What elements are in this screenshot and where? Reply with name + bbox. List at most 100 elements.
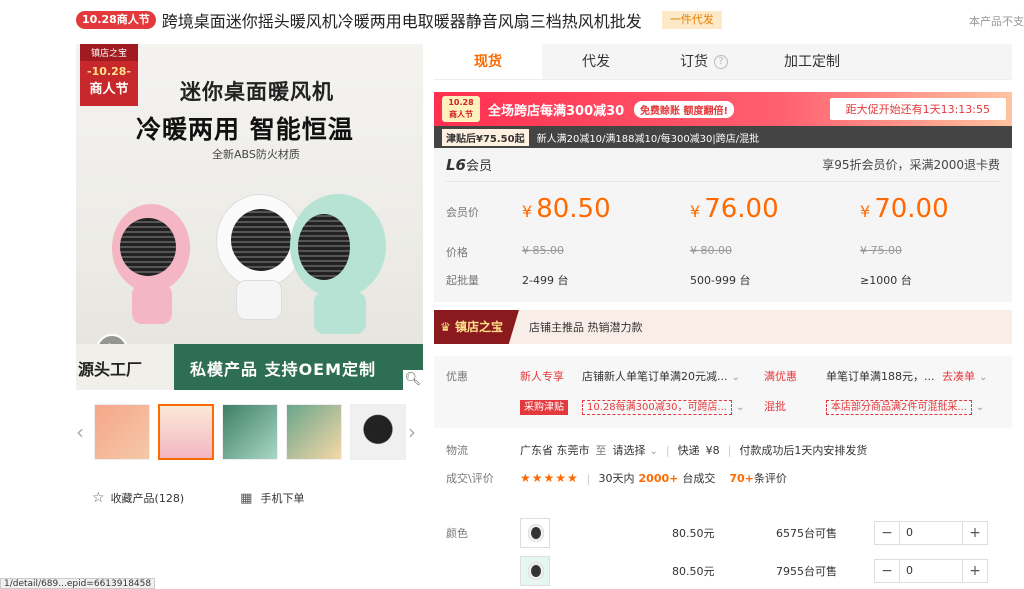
tier-1-member-price-value: 80.50 [536, 194, 611, 224]
thumbnail-strip: ‹ › [76, 404, 423, 464]
minus-button[interactable]: − [875, 563, 899, 579]
thumbnail-1[interactable] [94, 404, 150, 460]
subsidy-price: 津贴后¥75.50起 [442, 128, 529, 146]
logistics-origin: 广东省 东莞市 [520, 444, 590, 457]
pink-fan-stand [132, 284, 172, 324]
express-label: 快递 [677, 444, 700, 457]
mixed-batch-ticket[interactable]: 本店部分商品满2件可混批采... ⌄ [826, 398, 985, 415]
promo-banner[interactable]: 10.28 商人节 全场跨店每满300减30 免费赊账 额度翻倍! 距大促开始还… [434, 92, 1012, 126]
store-treasure-bar: ♛ 镇店之宝 店铺主推品 热销潜力款 [434, 310, 1012, 344]
subsidy-tag-text: 采购津贴 [520, 400, 568, 415]
tier-3-member-price: ¥70.00 [860, 194, 949, 224]
thumbnail-5[interactable] [350, 404, 406, 460]
image-bottom-banner: 源头工厂 私模产品 支持OEM定制 [76, 344, 423, 390]
reviews-count[interactable]: 70+ [729, 472, 754, 485]
tab-custom[interactable]: 加工定制 [758, 44, 866, 79]
favorite-row: ☆ 收藏产品(128) ▦ 手机下单 [92, 490, 432, 506]
member-price-label: 会员价 [446, 206, 479, 219]
banner-source-factory: 源头工厂 [78, 360, 143, 379]
star-outline-icon[interactable]: ☆ [92, 490, 105, 506]
mobile-order-button[interactable]: 手机下单 [260, 490, 304, 506]
currency-symbol: ¥ [690, 202, 701, 221]
tier-2-qty: 500-999 台 [690, 274, 751, 287]
thumbnail-3[interactable] [222, 404, 278, 460]
tab-spot[interactable]: 现货 [434, 44, 542, 79]
sku-stock: 6575台可售 [776, 527, 837, 540]
banner-oem-text: 私模产品 支持OEM定制 [190, 360, 377, 379]
tab-preorder[interactable]: 订货? [650, 44, 758, 79]
subsidy-ticket[interactable]: 10.28每满300减30，可跨店... ⌄ [582, 398, 745, 415]
subsidy-bar: 津贴后¥75.50起 新人满20减10/满188减10/每300减30|跨店/混… [434, 126, 1012, 148]
chevron-right-icon[interactable]: › [408, 420, 416, 444]
promo-badge-line2: 商人节 [449, 110, 473, 119]
mixed-batch-label: 混批 [764, 400, 786, 413]
member-level-code: L6 [446, 156, 466, 174]
tier-2-price: ¥ 80.00 [690, 244, 732, 257]
festival-badge: 10.28商人节 [76, 11, 156, 29]
tier-3-member-price-value: 70.00 [874, 194, 949, 224]
dropship-tag[interactable]: 一件代发 [661, 11, 722, 29]
treasure-logo-text: 镇店之宝 [454, 320, 503, 334]
mixed-batch-ticket-text: 本店部分商品满2件可混批采... [826, 400, 972, 415]
thumbnail-2[interactable] [158, 404, 214, 460]
ship-note: 付款成功后1天内安排发货 [739, 444, 868, 457]
details-area: 物流 广东省 东莞市 至 请选择 ⌄ | 快递 ¥8 | 付款成功后1天内安排发货… [434, 428, 1012, 589]
chevron-down-icon: ⌄ [975, 402, 985, 413]
new-user-offer-text: 店铺新人单笔订单满20元减... [582, 370, 728, 383]
sku-thumbnail[interactable] [520, 518, 550, 548]
tab-preorder-label: 订货 [680, 54, 708, 70]
promo-credit-tag: 免费赊账 额度翻倍! [634, 101, 735, 118]
price-tiers: 会员价 价格 起批量 ¥80.50 ¥76.00 ¥70.00 ¥ 85.00 … [446, 182, 1000, 302]
go-add-items-link[interactable]: 去凑单 ⌄ [942, 368, 987, 384]
sku-price: 80.50元 [672, 565, 715, 578]
color-label: 颜色 [446, 527, 468, 540]
subsidy-tag: 采购津贴 [520, 398, 568, 415]
deals-count: 2000+ [638, 471, 679, 485]
min-batch-label: 起批量 [446, 274, 479, 287]
tab-dropship[interactable]: 代发 [542, 44, 650, 79]
logistics-label: 物流 [446, 444, 468, 457]
store-badge-top: 镇店之宝 [80, 44, 138, 61]
tier-1-member-price: ¥80.50 [522, 194, 611, 224]
treasure-logo: ♛ 镇店之宝 [434, 310, 519, 344]
quantity-input[interactable]: 0 [899, 560, 963, 582]
offers-box: 优惠 新人专享 店铺新人单笔订单满20元减... ⌄ 满优惠 单笔订单满188元，… [434, 356, 1012, 428]
deals-label: 成交\评价 [446, 472, 494, 485]
chevron-left-icon[interactable]: ‹ [76, 420, 84, 444]
sku-thumbnail[interactable] [520, 556, 550, 586]
help-icon[interactable]: ? [714, 55, 728, 69]
green-fan-stand [314, 292, 366, 334]
tier-3-price: ¥ 75.00 [860, 244, 902, 257]
member-row: L6会员 享95折会员价，采满2000退卡费 [446, 148, 1000, 182]
promo-festival-badge: 10.28 商人节 [442, 96, 480, 122]
new-user-offer[interactable]: 店铺新人单笔订单满20元减... ⌄ [582, 368, 740, 384]
subsidy-rules: 新人满20减10/满188减10/每300减30|跨店/混批 [536, 133, 760, 145]
qr-code-icon[interactable]: ▦ [240, 491, 252, 506]
go-add-items-text: 去凑单 [942, 370, 975, 383]
promo-countdown: 距大促开始还有1天13:13:55 [829, 98, 1006, 120]
minus-button[interactable]: − [875, 525, 899, 541]
image-headline-1: 迷你桌面暖风机 [180, 80, 334, 104]
full-discount-label: 满优惠 [764, 370, 797, 383]
plus-button[interactable]: + [963, 525, 987, 541]
logistics-dest-select[interactable]: 请选择 ⌄ [613, 442, 658, 458]
subsidy-ticket-text: 10.28每满300减30，可跨店... [582, 400, 732, 415]
price-label: 价格 [446, 246, 468, 259]
chevron-down-icon: ⌄ [735, 402, 745, 413]
main-product-image[interactable]: 镇店之宝 -10.28- 商人节 迷你桌面暖风机 冷暖两用 智能恒温 全新ABS… [76, 44, 423, 390]
plus-button[interactable]: + [963, 563, 987, 579]
green-fan-illustration [290, 194, 386, 298]
store-badge-line1: -10.28- [87, 65, 131, 78]
member-perk: 享95折会员价，采满2000退卡费 [822, 158, 1000, 172]
express-fee: ¥8 [705, 443, 720, 457]
logistics-to: 至 [595, 444, 607, 457]
quantity-stepper: − 0 + [874, 559, 988, 583]
quantity-input[interactable]: 0 [899, 522, 963, 544]
favorite-button[interactable]: 收藏产品(128) [111, 490, 185, 506]
thumbnail-4[interactable] [286, 404, 342, 460]
currency-symbol: ¥ [522, 202, 533, 221]
chevron-down-icon: ⌄ [649, 446, 658, 457]
search-icon[interactable]: 🔍︎ [403, 370, 423, 390]
image-headline-3: 全新ABS防火材质 [212, 148, 300, 161]
treasure-text: 店铺主推品 热销潜力款 [528, 321, 643, 334]
